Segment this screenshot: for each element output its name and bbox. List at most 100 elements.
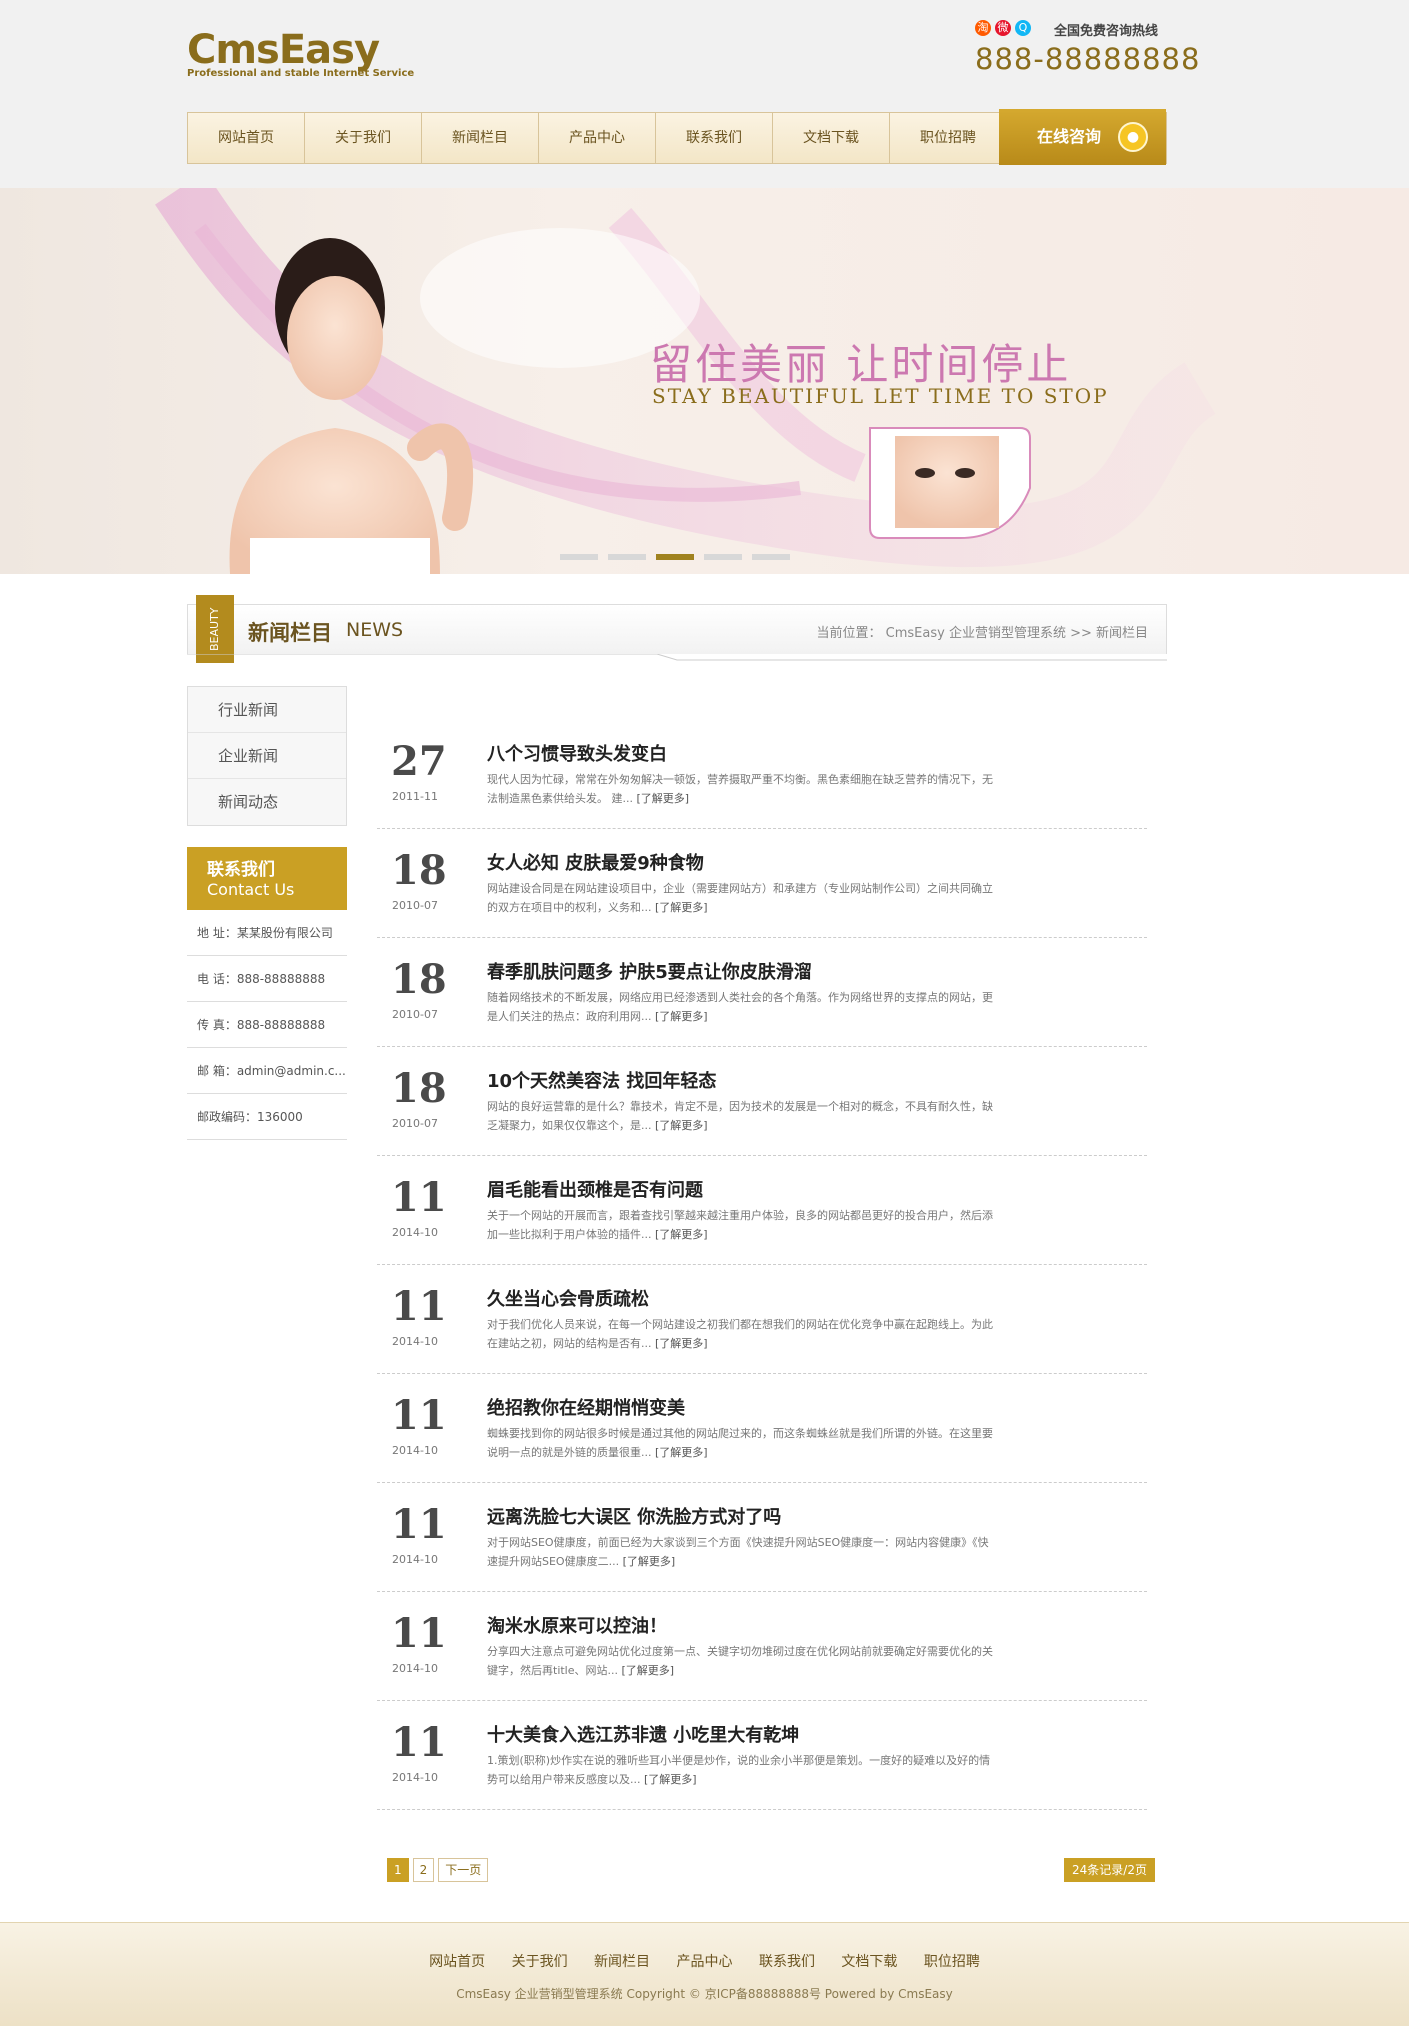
list-item: 11 2014-10 绝招教你在经期悄悄变美 蜘蛛要找到你的网站很多时候是通过其… — [377, 1374, 1147, 1483]
contact-title: 联系我们 — [207, 860, 275, 880]
read-more-link[interactable]: [了解更多] — [623, 1555, 676, 1568]
qq-penguin-icon: ● — [1118, 122, 1148, 152]
read-more-link[interactable]: [了解更多] — [655, 1337, 708, 1350]
banner-dot-3[interactable] — [656, 554, 694, 560]
nav-item-about[interactable]: 关于我们 — [305, 113, 422, 163]
news-month: 2014-10 — [392, 1444, 438, 1457]
contact-postcode: 邮政编码：136000 — [187, 1094, 347, 1140]
contact-email[interactable]: 邮 箱：admin@admin.c... — [187, 1048, 347, 1094]
page-1-button[interactable]: 1 — [387, 1858, 409, 1882]
online-consult-button[interactable]: 在线咨询 ● — [999, 109, 1166, 165]
news-day: 18 — [391, 1065, 447, 1112]
nav-item-downloads[interactable]: 文档下载 — [773, 113, 890, 163]
read-more-link[interactable]: [了解更多] — [655, 1010, 708, 1023]
news-list: 27 2011-11 八个习惯导致头发变白 现代人因为忙碌，常常在外匆匆解决一顿… — [377, 720, 1147, 1810]
news-day: 11 — [391, 1610, 447, 1657]
nav-item-jobs[interactable]: 职位招聘 — [890, 113, 1007, 163]
news-day: 11 — [391, 1719, 447, 1766]
news-summary-text: 现代人因为忙碌，常常在外匆匆解决一顿饭，营养摄取严重不均衡。黑色素细胞在缺乏营养… — [487, 773, 993, 805]
taobao-icon[interactable]: 淘 — [975, 20, 991, 36]
pagination: 1 2 下一页 — [387, 1858, 489, 1882]
news-title[interactable]: 10个天然美容法 找回年轻态 — [487, 1067, 716, 1093]
news-summary: 现代人因为忙碌，常常在外匆匆解决一顿饭，营养摄取严重不均衡。黑色素细胞在缺乏营养… — [487, 770, 997, 808]
read-more-link[interactable]: [了解更多] — [655, 1446, 708, 1459]
list-item: 11 2014-10 十大美食入选江苏非遗 小吃里大有乾坤 1.策划(职称)炒作… — [377, 1701, 1147, 1810]
logo[interactable]: CmsEasy Professional and stable Internet… — [187, 30, 427, 90]
logo-text: CmsEasy — [187, 27, 380, 73]
contact-title-en: Contact Us — [207, 880, 295, 899]
news-title[interactable]: 久坐当心会骨质疏松 — [487, 1285, 649, 1311]
list-item: 11 2014-10 久坐当心会骨质疏松 对于我们优化人员来说，在每一个网站建设… — [377, 1265, 1147, 1374]
read-more-link[interactable]: [了解更多] — [637, 792, 690, 805]
footer-link-home[interactable]: 网站首页 — [429, 1954, 485, 1970]
news-summary-text: 1.策划(职称)炒作实在说的雅听些耳小半便是炒作，说的业余小半那便是策划。一度好… — [487, 1754, 991, 1786]
news-summary: 关于一个网站的开展而言，跟着查找引擎越来越注重用户体验，良多的网站都邑更好的投合… — [487, 1206, 997, 1244]
list-item: 11 2014-10 远离洗脸七大误区 你洗脸方式对了吗 对于网站SEO健康度，… — [377, 1483, 1147, 1592]
read-more-link[interactable]: [了解更多] — [622, 1664, 675, 1677]
banner-pager — [560, 554, 790, 560]
news-month: 2014-10 — [392, 1662, 438, 1675]
read-more-link[interactable]: [了解更多] — [655, 1228, 708, 1241]
news-summary: 对于我们优化人员来说，在每一个网站建设之初我们都在想我们的网站在优化竞争中赢在起… — [487, 1315, 997, 1353]
read-more-link[interactable]: [了解更多] — [655, 901, 708, 914]
news-title[interactable]: 绝招教你在经期悄悄变美 — [487, 1394, 685, 1420]
qq-icon[interactable]: Q — [1015, 20, 1031, 36]
news-day: 18 — [391, 956, 447, 1003]
next-page-button[interactable]: 下一页 — [438, 1858, 489, 1882]
news-title[interactable]: 远离洗脸七大误区 你洗脸方式对了吗 — [487, 1503, 781, 1529]
breadcrumb[interactable]: 当前位置： CmsEasy 企业营销型管理系统 >> 新闻栏目 — [817, 622, 1148, 641]
contact-phone: 电 话：888-88888888 — [187, 956, 347, 1002]
news-title[interactable]: 八个习惯导致头发变白 — [487, 740, 667, 766]
news-month: 2010-07 — [392, 899, 438, 912]
sidebar-item-company-news[interactable]: 企业新闻 — [188, 733, 346, 779]
banner-dot-4[interactable] — [704, 554, 742, 560]
hero-banner[interactable]: 留住美丽 让时间停止 STAY BEAUTIFUL LET TIME TO ST… — [0, 188, 1409, 574]
nav-item-home[interactable]: 网站首页 — [188, 113, 305, 163]
news-title[interactable]: 淘米水原来可以控油！ — [487, 1612, 667, 1638]
news-summary: 1.策划(职称)炒作实在说的雅听些耳小半便是炒作，说的业余小半那便是策划。一度好… — [487, 1751, 997, 1789]
news-month: 2014-10 — [392, 1335, 438, 1348]
footer-link-contact[interactable]: 联系我们 — [759, 1954, 815, 1970]
news-day: 27 — [391, 738, 447, 785]
page-2-button[interactable]: 2 — [412, 1858, 435, 1882]
footer-link-about[interactable]: 关于我们 — [512, 1954, 568, 1970]
news-month: 2010-07 — [392, 1008, 438, 1021]
news-summary-text: 蜘蛛要找到你的网站很多时候是通过其他的网站爬过来的，而这条蜘蛛丝就是我们所谓的外… — [487, 1427, 993, 1459]
footer-link-news[interactable]: 新闻栏目 — [594, 1954, 650, 1970]
news-title[interactable]: 十大美食入选江苏非遗 小吃里大有乾坤 — [487, 1721, 799, 1747]
contact-fax: 传 真：888-88888888 — [187, 1002, 347, 1048]
footer-link-jobs[interactable]: 职位招聘 — [924, 1954, 980, 1970]
weibo-icon[interactable]: 微 — [995, 20, 1011, 36]
news-summary-text: 网站建设合同是在网站建设项目中，企业（需要建网站方）和承建方（专业网站制作公司）… — [487, 882, 993, 914]
news-day: 11 — [391, 1174, 447, 1221]
news-summary-text: 分享四大注意点可避免网站优化过度第一点、关键字切勿堆砌过度在优化网站前就要确定好… — [487, 1645, 993, 1677]
news-day: 11 — [391, 1283, 447, 1330]
footer-link-downloads[interactable]: 文档下载 — [841, 1954, 897, 1970]
news-summary-text: 网站的良好运营靠的是什么？靠技术，肯定不是，因为技术的发展是一个相对的概念，不具… — [487, 1100, 993, 1132]
news-month: 2014-10 — [392, 1771, 438, 1784]
record-count: 24条记录/2页 — [1064, 1858, 1155, 1882]
banner-dot-5[interactable] — [752, 554, 790, 560]
sidebar: 行业新闻 企业新闻 新闻动态 联系我们 Contact Us 地 址：某某股份有… — [187, 686, 347, 1140]
news-summary: 随着网络技术的不断发展，网络应用已经渗透到人类社会的各个角落。作为网络世界的支撑… — [487, 988, 997, 1026]
news-day: 11 — [391, 1501, 447, 1548]
list-item: 11 2014-10 淘米水原来可以控油！ 分享四大注意点可避免网站优化过度第一… — [377, 1592, 1147, 1701]
footer-link-products[interactable]: 产品中心 — [677, 1954, 733, 1970]
news-title[interactable]: 眉毛能看出颈椎是否有问题 — [487, 1176, 703, 1202]
news-summary-text: 关于一个网站的开展而言，跟着查找引擎越来越注重用户体验，良多的网站都邑更好的投合… — [487, 1209, 993, 1241]
news-title[interactable]: 女人必知 皮肤最爱9种食物 — [487, 849, 704, 875]
read-more-link[interactable]: [了解更多] — [644, 1773, 697, 1786]
nav-item-products[interactable]: 产品中心 — [539, 113, 656, 163]
sidebar-item-industry-news[interactable]: 行业新闻 — [188, 687, 346, 733]
news-title[interactable]: 春季肌肤问题多 护肤5要点让你皮肤滑溜 — [487, 958, 812, 984]
news-summary: 蜘蛛要找到你的网站很多时候是通过其他的网站爬过来的，而这条蜘蛛丝就是我们所谓的外… — [487, 1424, 997, 1462]
banner-dot-1[interactable] — [560, 554, 598, 560]
news-month: 2011-11 — [392, 790, 438, 803]
copyright: CmsEasy 企业营销型管理系统 Copyright © 京ICP备88888… — [456, 1987, 953, 2001]
banner-dot-2[interactable] — [608, 554, 646, 560]
nav-item-contact[interactable]: 联系我们 — [656, 113, 773, 163]
sidebar-item-news-updates[interactable]: 新闻动态 — [188, 779, 346, 825]
nav-item-news[interactable]: 新闻栏目 — [422, 113, 539, 163]
read-more-link[interactable]: [了解更多] — [655, 1119, 708, 1132]
news-month: 2010-07 — [392, 1117, 438, 1130]
